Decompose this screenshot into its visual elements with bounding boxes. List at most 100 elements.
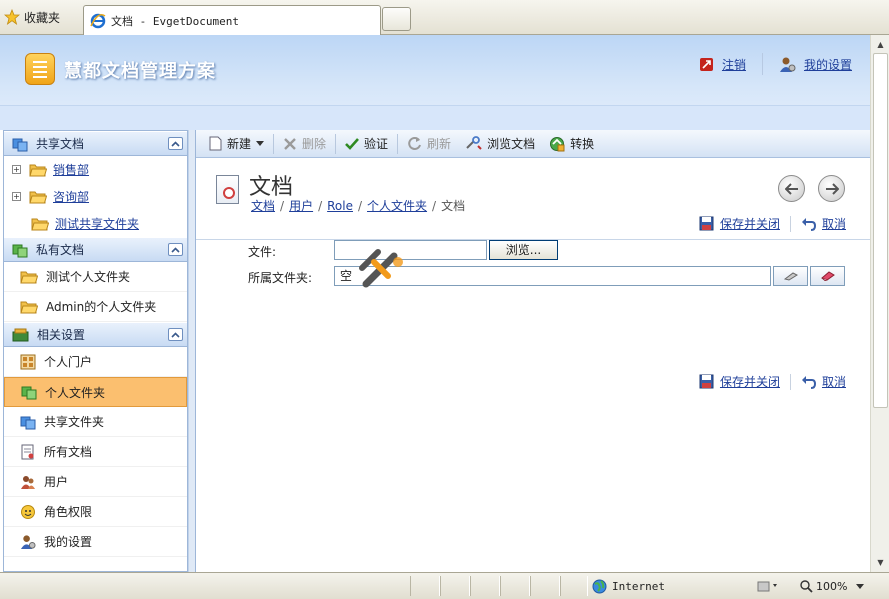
convert-button[interactable]: 转换 <box>542 132 601 156</box>
section-title: 私有文档 <box>36 243 85 257</box>
nav-item-admin-personal[interactable]: Admin的个人文件夹 <box>4 292 187 322</box>
section-private-docs[interactable]: 私有文档 <box>4 237 187 262</box>
browser-tab[interactable]: 文档 - EvgetDocument <box>83 5 381 35</box>
section-title: 相关设置 <box>37 328 86 342</box>
new-button-label: 新建 <box>227 137 252 151</box>
zoom-control[interactable]: 100% <box>800 576 865 596</box>
sidebar: 共享文档 + 销售部 + 咨询部 测试共享文件夹 私有文档 测试个人文件夹 Ad… <box>3 130 188 572</box>
scroll-up-icon[interactable]: ▲ <box>873 37 888 52</box>
collapse-shared-docs-button[interactable] <box>168 137 183 150</box>
new-button[interactable]: 新建 <box>202 132 271 156</box>
breadcrumb-current: 文档 <box>441 199 466 213</box>
nav-item-portal[interactable]: 个人门户 <box>4 347 187 377</box>
clear-folder-button[interactable] <box>810 266 845 286</box>
section-shared-docs[interactable]: 共享文档 <box>4 131 187 156</box>
bottom-action-bar: 保存并关闭 取消 <box>699 373 846 390</box>
nav-item-label: 所有文档 <box>44 445 93 459</box>
header-actions: 注销 我的设置 <box>699 53 852 75</box>
section-settings[interactable]: 相关设置 <box>4 322 187 347</box>
scroll-down-icon[interactable]: ▼ <box>873 555 888 570</box>
toolbar: 新建 删除 验证 刷新 浏览文档 转换 <box>196 130 870 158</box>
delete-button[interactable]: 删除 <box>276 132 333 156</box>
chevron-down-icon[interactable] <box>256 141 265 146</box>
status-cell <box>470 576 500 596</box>
header-band <box>0 105 870 130</box>
app-window: 慧都文档管理方案 注销 我的设置 共享文档 + 销售部 + 咨询部 测试共享文件… <box>0 35 870 572</box>
app-title: 慧都文档管理方案 <box>64 61 216 82</box>
favorites-button[interactable]: 收藏夹 <box>4 6 60 28</box>
verify-button[interactable]: 验证 <box>338 132 395 156</box>
main-panel: 新建 删除 验证 刷新 浏览文档 转换 文档 文档 / 用户 / Role / … <box>196 130 870 572</box>
forward-button[interactable] <box>818 175 845 202</box>
user-settings-icon <box>779 57 796 72</box>
document-icon <box>216 175 239 204</box>
cancel-link[interactable]: 取消 <box>822 373 846 390</box>
nav-item-label: Admin的个人文件夹 <box>46 300 157 314</box>
browse-docs-button[interactable]: 浏览文档 <box>458 132 542 156</box>
tree-item-sales[interactable]: + 销售部 <box>4 156 187 183</box>
nav-item-label: 测试个人文件夹 <box>46 270 131 284</box>
breadcrumb-link[interactable]: 文档 <box>251 199 275 213</box>
collapse-settings-button[interactable] <box>168 328 183 341</box>
tree-item-label[interactable]: 销售部 <box>53 161 89 178</box>
expand-icon[interactable]: + <box>12 192 21 201</box>
tree-item-label[interactable]: 咨询部 <box>53 188 89 205</box>
status-cell <box>440 576 470 596</box>
browse-button[interactable]: 浏览... <box>489 240 558 260</box>
nav-item-my-settings[interactable]: 我的设置 <box>4 527 187 557</box>
status-cell <box>410 576 440 596</box>
chevron-down-icon[interactable] <box>850 583 865 589</box>
toolbar-separator <box>397 133 399 154</box>
nav-item-all-docs[interactable]: 所有文档 <box>4 437 187 467</box>
breadcrumb-link[interactable]: Role <box>327 199 353 213</box>
nav-item-label: 共享文件夹 <box>44 415 105 429</box>
toolbar-separator <box>273 133 275 154</box>
breadcrumb-link[interactable]: 用户 <box>289 199 313 213</box>
zoom-icon <box>800 579 813 593</box>
logout-link[interactable]: 注销 <box>722 56 746 73</box>
arrow-left-icon <box>784 182 798 195</box>
save-close-link[interactable]: 保存并关闭 <box>720 373 780 390</box>
expand-icon[interactable]: + <box>12 165 21 174</box>
roles-icon <box>21 504 35 519</box>
scroll-thumb[interactable] <box>873 53 888 408</box>
file-path-input[interactable] <box>334 240 487 260</box>
settings-group-icon <box>12 328 29 341</box>
collapse-private-docs-button[interactable] <box>168 243 183 256</box>
nav-item-roles[interactable]: 角色权限 <box>4 497 187 527</box>
sidebar-splitter[interactable] <box>188 130 196 572</box>
eraser-icon <box>820 271 835 281</box>
my-settings-link[interactable]: 我的设置 <box>804 56 852 73</box>
nav-item-label: 角色权限 <box>44 505 93 519</box>
action-separator <box>789 215 791 232</box>
tree-item-test-shared[interactable]: 测试共享文件夹 <box>4 210 187 237</box>
protected-mode-button[interactable] <box>757 576 779 596</box>
undo-icon <box>801 375 816 389</box>
zoom-level: 100% <box>816 579 848 593</box>
tree-item-consulting[interactable]: + 咨询部 <box>4 183 187 210</box>
nav-item-shared-folder[interactable]: 共享文件夹 <box>4 407 187 437</box>
personal-folder-icon <box>21 386 37 400</box>
security-zone[interactable]: Internet <box>592 576 665 596</box>
tree-item-label[interactable]: 测试共享文件夹 <box>55 215 139 232</box>
save-close-link[interactable]: 保存并关闭 <box>720 215 780 232</box>
refresh-button[interactable]: 刷新 <box>400 132 458 156</box>
folder-input[interactable]: 空 <box>334 266 771 286</box>
top-action-bar: 保存并关闭 取消 <box>699 215 846 232</box>
private-docs-icon <box>12 244 28 257</box>
select-folder-button[interactable] <box>773 266 808 286</box>
vertical-scrollbar[interactable]: ▲ ▼ <box>870 35 889 572</box>
shared-docs-icon <box>12 138 28 151</box>
security-zone-label: Internet <box>612 579 665 593</box>
new-tab-button[interactable] <box>382 7 411 31</box>
cancel-link[interactable]: 取消 <box>822 215 846 232</box>
breadcrumb-link[interactable]: 个人文件夹 <box>367 199 427 213</box>
back-button[interactable] <box>778 175 805 202</box>
nav-item-test-personal[interactable]: 测试个人文件夹 <box>4 262 187 292</box>
undo-icon <box>801 217 816 231</box>
nav-item-users[interactable]: 用户 <box>4 467 187 497</box>
folder-label: 所属文件夹: <box>248 270 313 285</box>
nav-item-personal-folder[interactable]: 个人文件夹 <box>4 377 187 407</box>
delete-button-label: 删除 <box>302 137 327 151</box>
refresh-button-label: 刷新 <box>427 137 452 151</box>
